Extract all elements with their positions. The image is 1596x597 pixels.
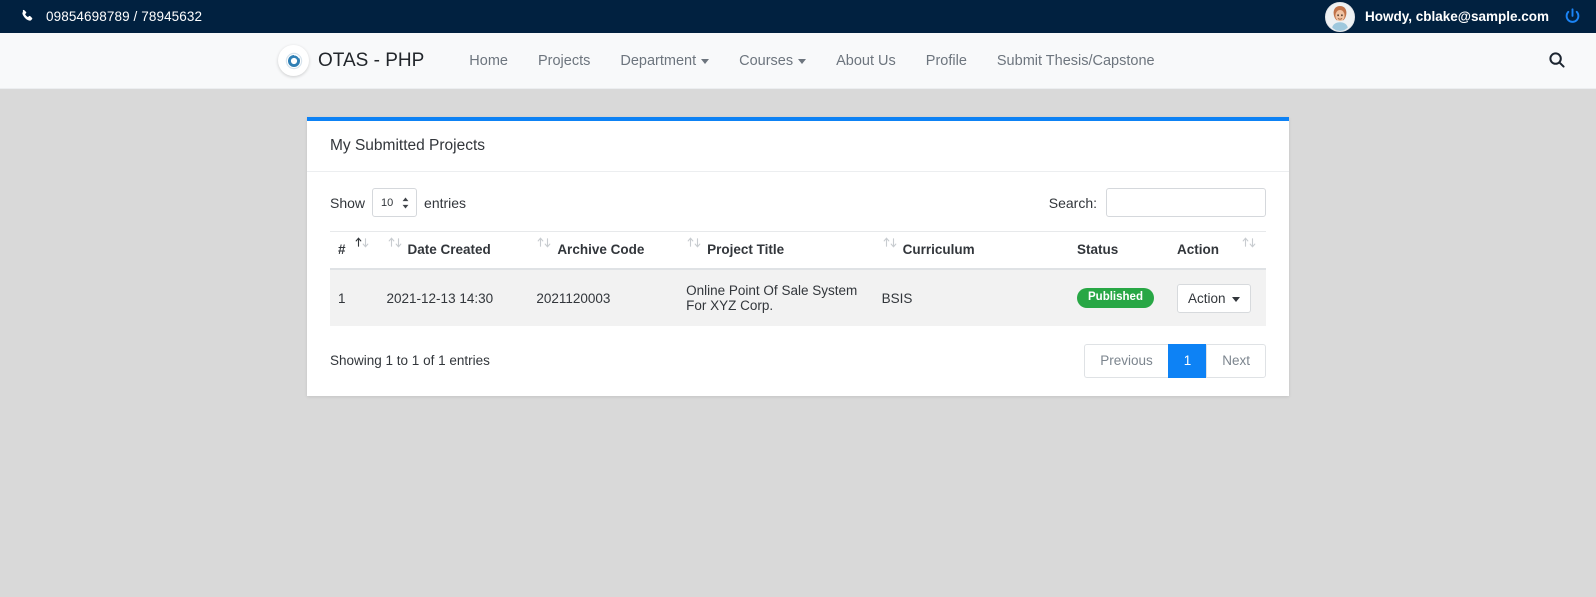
card-body: Show 10 entries Search: # Date Created A… [307,172,1289,396]
nav-item-home-label: Home [469,52,508,69]
card-header: My Submitted Projects [307,121,1289,172]
table-row[interactable]: 1 2021-12-13 14:30 2021120003 Online Poi… [330,269,1266,326]
search-control: Search: [1049,188,1266,217]
datatable-footer: Showing 1 to 1 of 1 entries Previous 1 N… [330,344,1266,378]
chevron-down-icon [1231,296,1240,302]
power-icon[interactable] [1563,7,1582,26]
sort-ascending-icon [354,237,371,248]
nav-item-profile[interactable]: Profile [911,47,982,75]
phone-icon [20,9,35,24]
show-label: Show [330,194,366,211]
phone-number: 09854698789 / 78945632 [46,9,203,24]
nav-item-about-us-label: About Us [836,52,896,69]
nav-item-submit-thesis[interactable]: Submit Thesis/Capstone [982,47,1170,75]
sort-icon [1241,237,1258,248]
nav-item-about-us[interactable]: About Us [821,47,911,75]
projects-table: # Date Created Archive Code Project Titl… [330,231,1266,326]
table-head: # Date Created Archive Code Project Titl… [330,231,1266,270]
cell-number: 1 [330,269,379,326]
column-header-project-title[interactable]: Project Title [678,231,874,270]
entries-label: entries [424,194,467,211]
submitted-projects-card: My Submitted Projects Show 10 entries Se… [307,117,1289,396]
pagination-previous-button[interactable]: Previous [1084,344,1168,378]
nav-item-courses[interactable]: Courses [724,47,821,75]
nav-item-department-label: Department [620,52,697,69]
column-header-status[interactable]: Status [1069,231,1169,270]
nav-item-profile-label: Profile [925,52,967,69]
topbar-left-group: 09854698789 / 78945632 [20,9,202,24]
pagination: Previous 1 Next [1084,344,1266,378]
column-header-curriculum[interactable]: Curriculum [873,231,1070,270]
column-header-archive-code-label: Archive Code [557,242,645,257]
cell-date-created: 2021-12-13 14:30 [378,269,529,326]
column-header-curriculum-label: Curriculum [902,242,975,257]
action-dropdown-button[interactable]: Action [1176,283,1251,313]
pagination-page-1-button[interactable]: 1 [1167,344,1207,378]
column-header-archive-code[interactable]: Archive Code [528,231,679,270]
column-header-number-label: # [338,242,346,257]
greeting-text: Howdy, cblake@sample.com [1365,9,1549,24]
nav-item-courses-label: Courses [739,52,794,69]
column-header-date-created[interactable]: Date Created [378,231,529,270]
column-header-action[interactable]: Action [1168,231,1266,270]
page-length-select-wrap: 10 [372,188,418,217]
brand-title[interactable]: OTAS - PHP [318,50,424,72]
nav-item-projects[interactable]: Projects [523,47,605,75]
column-header-number[interactable]: # [330,231,379,270]
topbar-right-group: Howdy, cblake@sample.com [1325,1,1582,32]
action-dropdown-label: Action [1187,290,1226,306]
column-header-project-title-label: Project Title [707,242,785,257]
cell-status: Published [1069,269,1169,326]
table-header-row: # Date Created Archive Code Project Titl… [330,231,1266,270]
search-label: Search: [1048,194,1097,211]
top-contact-bar: 09854698789 / 78945632 Howdy, cblake@sam… [0,0,1596,33]
page-title: My Submitted Projects [330,137,486,154]
status-badge: Published [1077,287,1154,309]
table-body: 1 2021-12-13 14:30 2021120003 Online Poi… [330,269,1266,326]
search-input[interactable] [1106,188,1266,217]
column-header-action-label: Action [1176,242,1219,257]
datatable-controls: Show 10 entries Search: [330,188,1266,217]
sort-icon [882,237,899,248]
cell-action: Action [1168,269,1266,326]
avatar[interactable] [1325,1,1356,32]
column-header-status-label: Status [1077,242,1119,257]
cell-archive-code: 2021120003 [528,269,679,326]
page-length-select[interactable]: 10 [372,188,418,217]
column-header-date-created-label: Date Created [407,242,491,257]
nav-item-submit-thesis-label: Submit Thesis/Capstone [996,52,1155,69]
cell-curriculum: BSIS [873,269,1070,326]
nav-item-home[interactable]: Home [454,47,523,75]
page-content: My Submitted Projects Show 10 entries Se… [0,89,1596,396]
chevron-down-icon [798,59,807,64]
main-navbar: OTAS - PHP Home Projects Department Cour… [0,33,1596,89]
otas-circle-logo-icon[interactable] [278,45,309,76]
search-icon[interactable] [1548,51,1568,71]
table-info-text: Showing 1 to 1 of 1 entries [330,353,490,369]
nav-links: Home Projects Department Courses About U… [454,47,1169,75]
sort-icon [387,237,404,248]
sort-icon [536,237,553,248]
nav-item-projects-label: Projects [537,52,591,69]
sort-icon [686,237,703,248]
nav-item-department[interactable]: Department [605,47,724,75]
cell-project-title: Online Point Of Sale System For XYZ Corp… [678,269,874,326]
chevron-down-icon [701,59,710,64]
page-length-control: Show 10 entries [330,188,466,217]
pagination-next-button[interactable]: Next [1206,344,1266,378]
